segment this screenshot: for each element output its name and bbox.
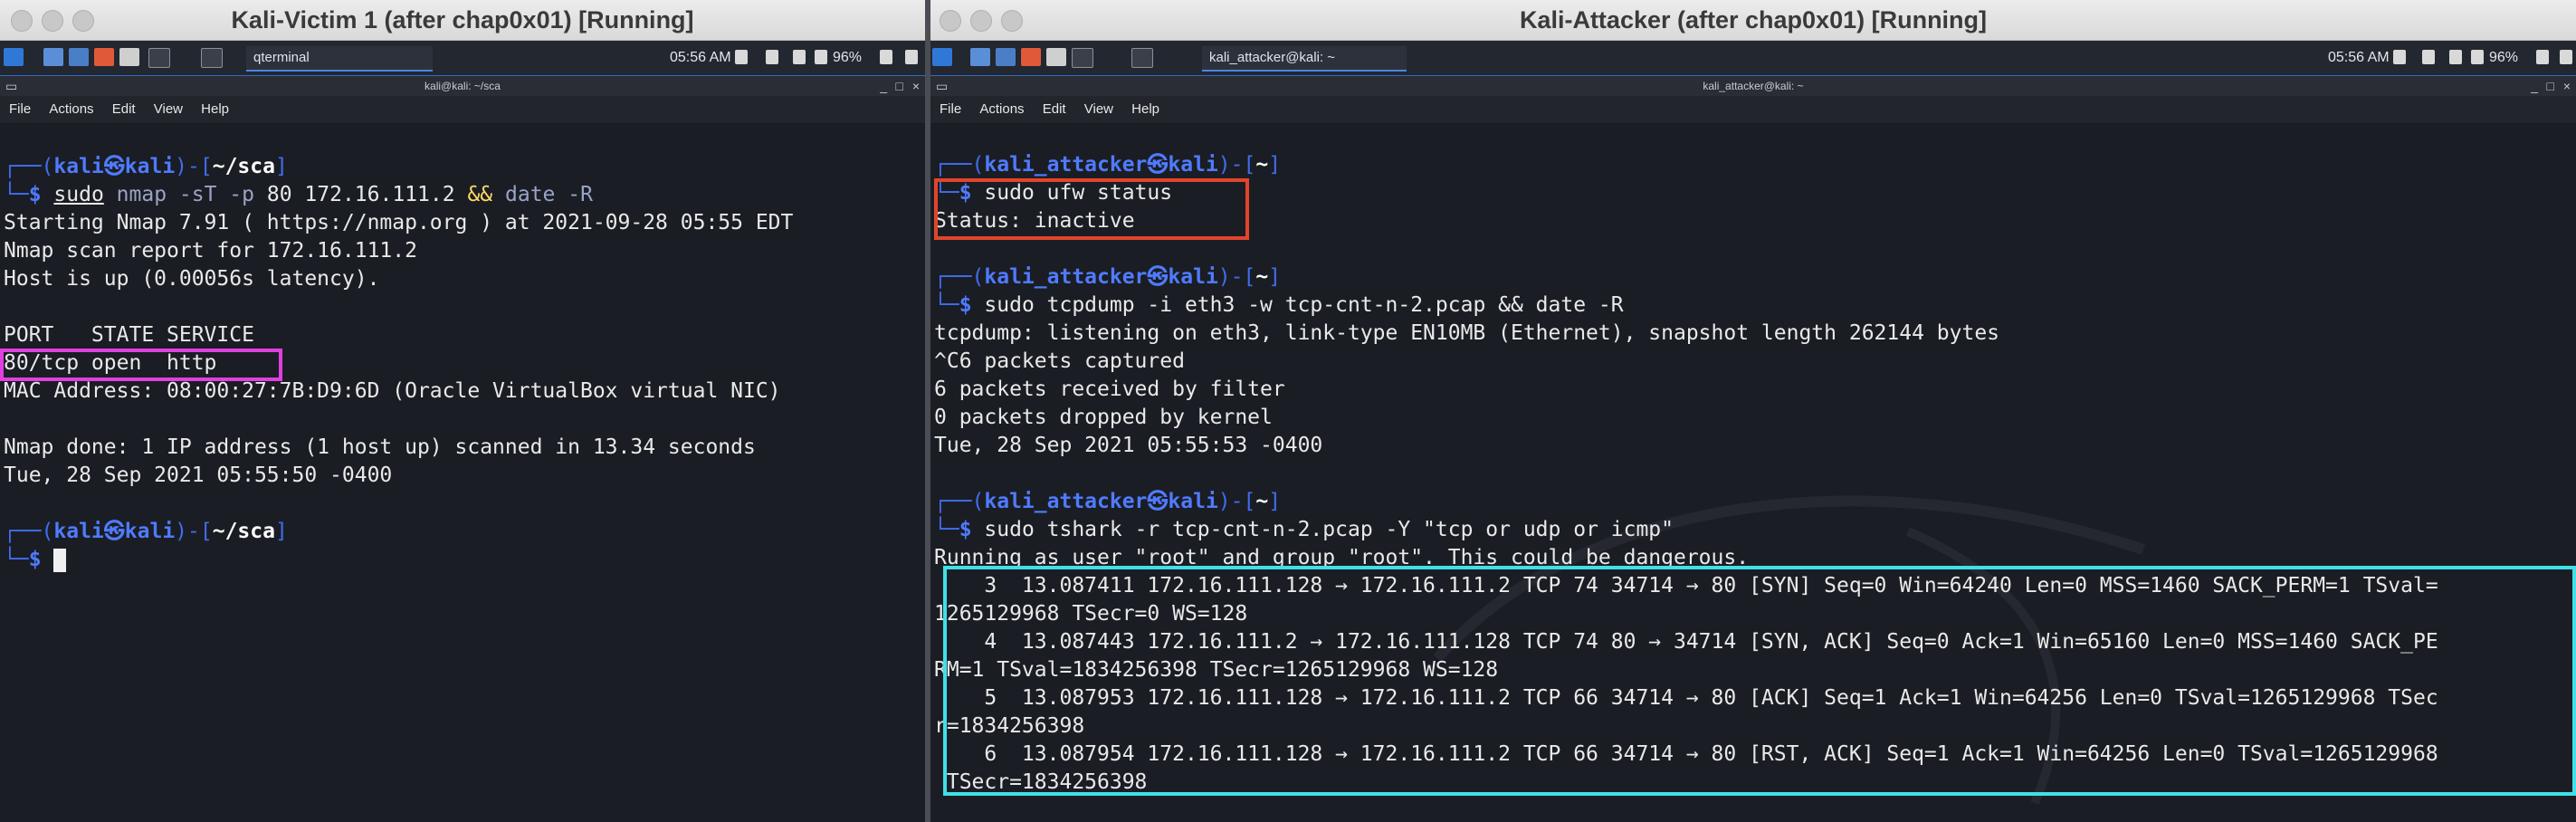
minimize-icon[interactable]: _ bbox=[2531, 76, 2538, 96]
output-line: PORT STATE SERVICE bbox=[4, 323, 254, 347]
output-line: Tue, 28 Sep 2021 05:55:53 -0400 bbox=[934, 434, 1323, 457]
desktop-icon[interactable] bbox=[43, 48, 63, 66]
attacker-vm-window: Kali-Attacker (after chap0x01) [Running]… bbox=[930, 0, 2576, 822]
power-icon[interactable] bbox=[905, 50, 918, 64]
battery-icon[interactable] bbox=[815, 50, 827, 64]
terminal-launcher-icon[interactable] bbox=[1072, 48, 1093, 68]
prompt-line: ┌──(kali_attacker㉿kali)-[~] bbox=[934, 490, 1282, 513]
maximize-icon[interactable]: □ bbox=[896, 76, 903, 96]
text-cursor bbox=[53, 548, 67, 572]
menu-actions[interactable]: Actions bbox=[49, 101, 93, 117]
workspace-icon[interactable] bbox=[201, 48, 223, 68]
victim-window-title: Kali-Victim 1 (after chap0x01) [Running] bbox=[231, 6, 694, 33]
lock-icon[interactable] bbox=[2536, 50, 2549, 64]
terminal-menubar: File Actions Edit View Help bbox=[0, 96, 925, 123]
terminal-launcher-icon[interactable] bbox=[148, 48, 170, 68]
files-icon[interactable] bbox=[69, 48, 89, 66]
output-line: 0 packets dropped by kernel bbox=[934, 406, 1273, 429]
output-line: tcpdump: listening on eth3, link-type EN… bbox=[934, 321, 2000, 345]
terminal-output[interactable]: ┌──(kali_attacker㉿kali)-[~] └─$ sudo ufw… bbox=[930, 124, 2576, 822]
kali-menu-icon[interactable] bbox=[932, 48, 952, 66]
output-line: Host is up (0.00056s latency). bbox=[4, 267, 380, 291]
terminal-output[interactable]: ┌──(kali㉿kali)-[~/sca] └─$ sudo nmap -sT… bbox=[0, 124, 925, 822]
output-line: 6 packets received by filter bbox=[934, 378, 1285, 401]
network-icon[interactable] bbox=[766, 50, 778, 64]
packet-list-highlight bbox=[943, 566, 2576, 796]
output-line: Nmap done: 1 IP address (1 host up) scan… bbox=[4, 435, 756, 459]
taskbar-item-qterminal[interactable]: qterminal bbox=[246, 46, 433, 72]
maximize-icon[interactable]: □ bbox=[2547, 76, 2554, 96]
display-icon[interactable] bbox=[735, 50, 748, 64]
browser-icon[interactable] bbox=[1021, 48, 1041, 66]
prompt-line: ┌──(kali_attacker㉿kali)-[~] bbox=[934, 265, 1282, 289]
notification-bell-icon[interactable] bbox=[2449, 50, 2462, 64]
command-line: └─$ sudo nmap -sT -p 80 172.16.111.2 && … bbox=[4, 183, 593, 206]
terminal-title: kali_attacker@kali: ~ bbox=[1703, 80, 1804, 92]
prompt-line: ┌──(kali㉿kali)-[~/sca] bbox=[4, 155, 288, 178]
settings-icon[interactable] bbox=[119, 48, 139, 66]
command-line-empty: └─$ bbox=[4, 546, 67, 574]
kali-menu-icon[interactable] bbox=[4, 48, 24, 66]
output-line: Starting Nmap 7.91 ( https://nmap.org ) … bbox=[4, 211, 794, 234]
menu-help[interactable]: Help bbox=[1131, 101, 1159, 117]
xfce-panel: kali_attacker@kali: ~ 05:56 AM 96% bbox=[930, 41, 2576, 77]
desktop-icon[interactable] bbox=[970, 48, 990, 66]
open-port-highlight bbox=[0, 349, 282, 381]
notification-bell-icon[interactable] bbox=[793, 50, 806, 64]
output-line: ^C6 packets captured bbox=[934, 349, 1185, 373]
command-line: └─$ sudo tcpdump -i eth3 -w tcp-cnt-n-2.… bbox=[934, 293, 1624, 317]
terminal-titlebar: kali@kali: ~/sca ▭ _ □ × bbox=[0, 76, 925, 96]
battery-icon[interactable] bbox=[2471, 50, 2484, 64]
attacker-window-title: Kali-Attacker (after chap0x01) [Running] bbox=[1519, 6, 1988, 33]
battery-percent: 96% bbox=[2489, 50, 2519, 65]
ufw-status-highlight bbox=[934, 178, 1249, 240]
network-icon[interactable] bbox=[2422, 50, 2435, 64]
menu-view[interactable]: View bbox=[154, 101, 183, 117]
files-icon[interactable] bbox=[996, 48, 1016, 66]
prompt-line: ┌──(kali㉿kali)-[~/sca] bbox=[4, 520, 288, 543]
terminal-title: kali@kali: ~/sca bbox=[425, 80, 501, 92]
menu-help[interactable]: Help bbox=[201, 101, 229, 117]
power-icon[interactable] bbox=[2560, 50, 2572, 64]
browser-icon[interactable] bbox=[94, 48, 114, 66]
display-icon[interactable] bbox=[2393, 50, 2406, 64]
victim-window-titlebar: Kali-Victim 1 (after chap0x01) [Running] bbox=[0, 0, 925, 41]
close-icon[interactable]: × bbox=[2563, 76, 2571, 96]
battery-percent: 96% bbox=[833, 50, 863, 65]
command-line: └─$ sudo tshark -r tcp-cnt-n-2.pcap -Y "… bbox=[934, 518, 1674, 541]
clock: 05:56 AM bbox=[670, 50, 731, 65]
menu-actions[interactable]: Actions bbox=[979, 101, 1024, 117]
xfce-panel: qterminal 05:56 AM 96% bbox=[0, 41, 925, 77]
output-line: MAC Address: 08:00:27:7B:D9:6D (Oracle V… bbox=[4, 379, 781, 403]
terminal-app-icon: ▭ bbox=[5, 79, 18, 93]
menu-file[interactable]: File bbox=[9, 101, 31, 117]
terminal-titlebar: kali_attacker@kali: ~ ▭ _ □ × bbox=[930, 76, 2576, 96]
menu-edit[interactable]: Edit bbox=[1043, 101, 1066, 117]
taskbar-item-terminal[interactable]: kali_attacker@kali: ~ bbox=[1202, 46, 1407, 72]
output-line: Tue, 28 Sep 2021 05:55:50 -0400 bbox=[4, 464, 393, 487]
attacker-window-titlebar: Kali-Attacker (after chap0x01) [Running] bbox=[930, 0, 2576, 41]
menu-file[interactable]: File bbox=[940, 101, 961, 117]
output-line: Nmap scan report for 172.16.111.2 bbox=[4, 239, 417, 263]
close-icon[interactable]: × bbox=[912, 76, 920, 96]
prompt-line: ┌──(kali_attacker㉿kali)-[~] bbox=[934, 153, 1282, 177]
settings-icon[interactable] bbox=[1046, 48, 1066, 66]
clock: 05:56 AM bbox=[2328, 50, 2390, 65]
minimize-icon[interactable]: _ bbox=[880, 76, 887, 96]
terminal-menubar: File Actions Edit View Help bbox=[930, 96, 2576, 123]
victim-vm-window: Kali-Victim 1 (after chap0x01) [Running]… bbox=[0, 0, 925, 822]
terminal-app-icon: ▭ bbox=[936, 79, 949, 93]
menu-edit[interactable]: Edit bbox=[112, 101, 136, 117]
workspace-icon[interactable] bbox=[1131, 48, 1153, 68]
lock-icon[interactable] bbox=[880, 50, 892, 64]
menu-view[interactable]: View bbox=[1084, 101, 1113, 117]
